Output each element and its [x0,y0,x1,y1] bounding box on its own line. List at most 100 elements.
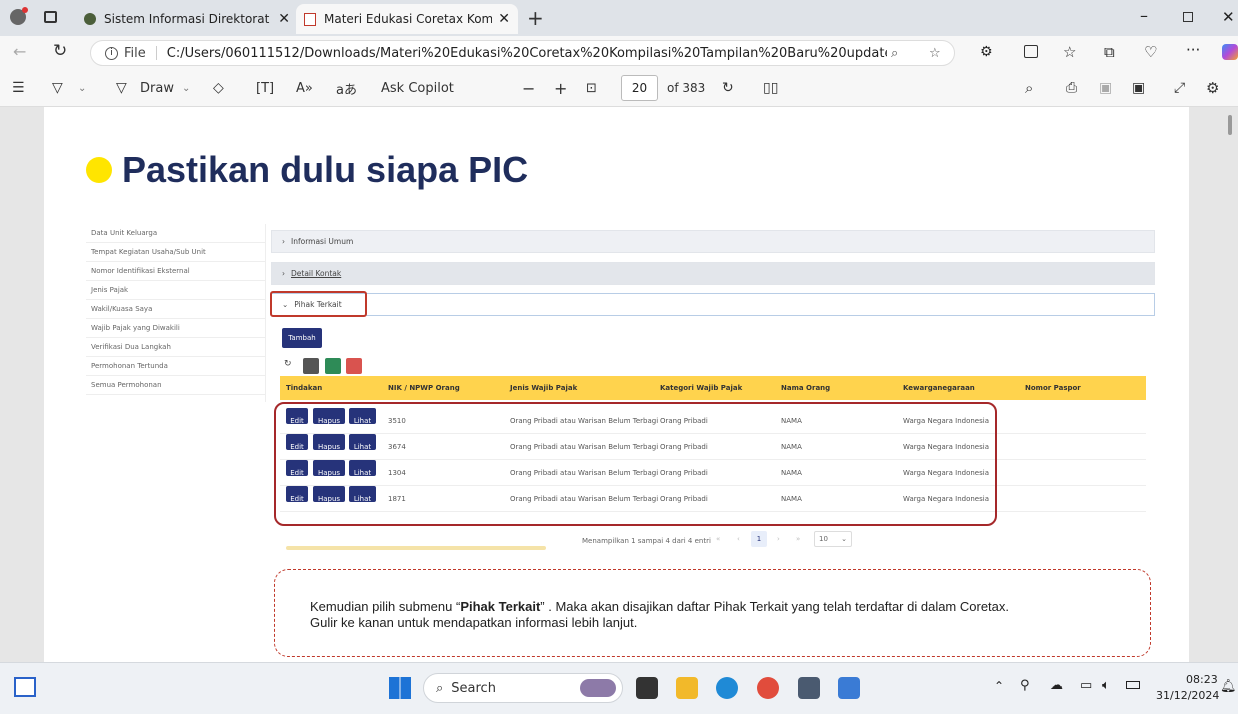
clock-date[interactable]: 31/12/2024 [1156,689,1219,702]
tab-label: Materi Edukasi Coretax Kompilasi [324,12,493,26]
notepad-icon[interactable] [838,677,860,699]
more-menu-icon[interactable]: ··· [1186,41,1200,59]
settings-icon[interactable]: ⚙ [1206,69,1219,107]
pdf-page: Pastikan dulu siapa PIC Data Unit Keluar… [44,107,1189,662]
browser-tab-bar: Sistem Informasi Direktorat Jende ✕ Mate… [0,0,1238,36]
sidebar-item: Semua Permohonan [86,376,265,395]
draw-label[interactable]: Draw [140,69,174,107]
close-icon[interactable]: ✕ [278,11,290,27]
tab-label: Sistem Informasi Direktorat Jende [104,12,272,26]
table-header: Tindakan NIK / NPWP Orang Jenis Wajib Pa… [280,376,1146,400]
rotate-icon[interactable]: ↻ [722,69,734,107]
save-as-icon[interactable]: ▣ [1132,69,1145,107]
favorite-star-icon[interactable]: ☆ [929,46,941,61]
clock-time[interactable]: 08:23 [1186,673,1218,686]
taskbar: ⌕ Search ⌃ ⚲ ☁ ▭ 🔈︎ 08:23 31/12/2024 🔔︎ [0,662,1238,714]
site-favicon-icon [84,13,96,25]
back-icon[interactable]: ← [13,42,26,61]
pdf-viewer[interactable]: Pastikan dulu siapa PIC Data Unit Keluar… [0,107,1238,662]
calculator-icon[interactable] [798,677,820,699]
fit-width-icon[interactable]: ⊡ [586,69,597,107]
sidebar-item: Permohonan Tertunda [86,357,265,376]
accordion-label: Detail Kontak [291,269,342,278]
accordion-pihak-terkait: ⌄ Pihak Terkait [271,293,1155,316]
table-rows-highlight [274,402,997,526]
onedrive-icon[interactable]: ☁ [1050,678,1063,693]
zoom-out-icon[interactable]: − [522,69,535,107]
save-icon[interactable]: ▣ [1099,69,1112,107]
accordion-detail-kontak: › Detail Kontak [271,262,1155,285]
prev-page-icon: ‹ [737,535,740,543]
translate-label[interactable]: aあ [336,69,357,107]
widgets-icon[interactable] [14,677,36,697]
task-view-icon[interactable] [636,677,658,699]
tab-sistem-informasi[interactable]: Sistem Informasi Direktorat Jende ✕ [76,4,298,34]
display-icon[interactable]: ▭ [1080,678,1092,693]
text-box-icon[interactable]: [T] [256,69,274,107]
search-icon: ⌕ [436,680,444,696]
battery-icon[interactable] [1126,681,1140,689]
file-icon [303,358,319,374]
ask-copilot-button[interactable]: Ask Copilot [381,69,454,107]
pdf-toolbar: ☰ ▽ ⌄ ▽ Draw ⌄ ◇ [T] A» aあ Ask Copilot −… [0,69,1238,107]
sidebar-item: Wakil/Kuasa Saya [86,300,265,319]
read-aloud-icon[interactable]: A» [296,69,313,107]
vertical-scrollbar[interactable] [1228,115,1232,135]
show-hidden-icons[interactable]: ⌃ [994,679,1004,693]
slide-title-text: Pastikan dulu siapa PIC [122,149,529,190]
restore-icon[interactable] [1183,12,1193,22]
page-size-value: 10 [819,535,828,543]
accordion-informasi-umum: › Informasi Umum [271,230,1155,253]
sidebar-item: Wajib Pajak yang Diwakili [86,319,265,338]
close-icon[interactable]: ✕ [498,11,510,27]
url-bar[interactable]: i File C:/Users/060111512/Downloads/Mate… [90,40,955,66]
info-icon[interactable]: i [105,46,118,60]
close-window-icon[interactable]: ✕ [1222,8,1235,26]
notification-bell-icon[interactable]: 🔔︎ [1220,679,1237,694]
edge-icon[interactable] [716,677,738,699]
fullscreen-icon[interactable]: ⤢ [1174,69,1185,107]
accordion-label: Informasi Umum [291,237,354,246]
extensions-icon[interactable]: ⚙ [980,44,993,60]
pagination-bar: Menampilkan 1 sampai 4 dari 4 entri « ‹ … [280,528,1156,556]
new-tab-icon[interactable]: + [527,6,544,30]
eraser-icon[interactable]: ◇ [213,69,224,107]
chrome-icon[interactable] [757,677,779,699]
volume-icon[interactable]: 🔈︎ [1102,678,1110,693]
favorites-icon[interactable]: ☆ [1063,43,1076,61]
contents-icon[interactable]: ☰ [12,69,25,107]
slide-title: Pastikan dulu siapa PIC [86,149,528,191]
tab-actions-icon[interactable] [44,11,57,23]
tab-materi-edukasi[interactable]: Materi Edukasi Coretax Kompilasi ✕ [296,4,518,34]
zoom-in-icon[interactable]: + [554,69,567,107]
url-divider [155,46,157,60]
sidebar-menu: Data Unit Keluarga Tempat Kegiatan Usaha… [86,224,266,402]
file-label: File [124,45,146,61]
minimize-icon[interactable]: – [1140,6,1148,25]
collections-icon[interactable]: ⧉ [1104,43,1115,61]
highlight-icon[interactable]: ▽ [52,69,63,107]
refresh-icon[interactable]: ↻ [53,41,67,61]
copilot-icon[interactable] [1222,44,1238,60]
performance-icon[interactable]: ♡ [1144,43,1157,61]
column-header: Jenis Wajib Pajak [510,384,578,392]
column-header: Kategori Wajib Pajak [660,384,743,392]
draw-icon[interactable]: ▽ [116,69,127,107]
search-highlight-image [580,679,616,697]
split-screen-icon[interactable] [1024,45,1038,58]
file-explorer-icon[interactable] [676,677,698,699]
start-icon[interactable] [389,677,411,699]
page-number-input[interactable]: 20 [621,75,658,101]
print-icon[interactable]: ⎙ [1066,69,1077,107]
chevron-down-icon[interactable]: ⌄ [182,69,190,107]
zoom-icon[interactable]: ⌕ [891,46,898,61]
bullet-dot-icon [86,157,112,183]
chevron-right-icon: › [282,269,285,278]
chevron-down-icon[interactable]: ⌄ [78,69,86,107]
taskbar-search[interactable]: ⌕ Search [423,673,623,703]
note-line-2: Gulir ke kanan untuk mendapatkan informa… [310,615,638,630]
page-view-icon[interactable]: ▯▯ [763,69,778,107]
url-text: C:/Users/060111512/Downloads/Materi%20Ed… [166,45,887,61]
search-icon[interactable]: ⌕ [1025,69,1033,107]
network-icon[interactable]: ⚲ [1020,678,1030,693]
